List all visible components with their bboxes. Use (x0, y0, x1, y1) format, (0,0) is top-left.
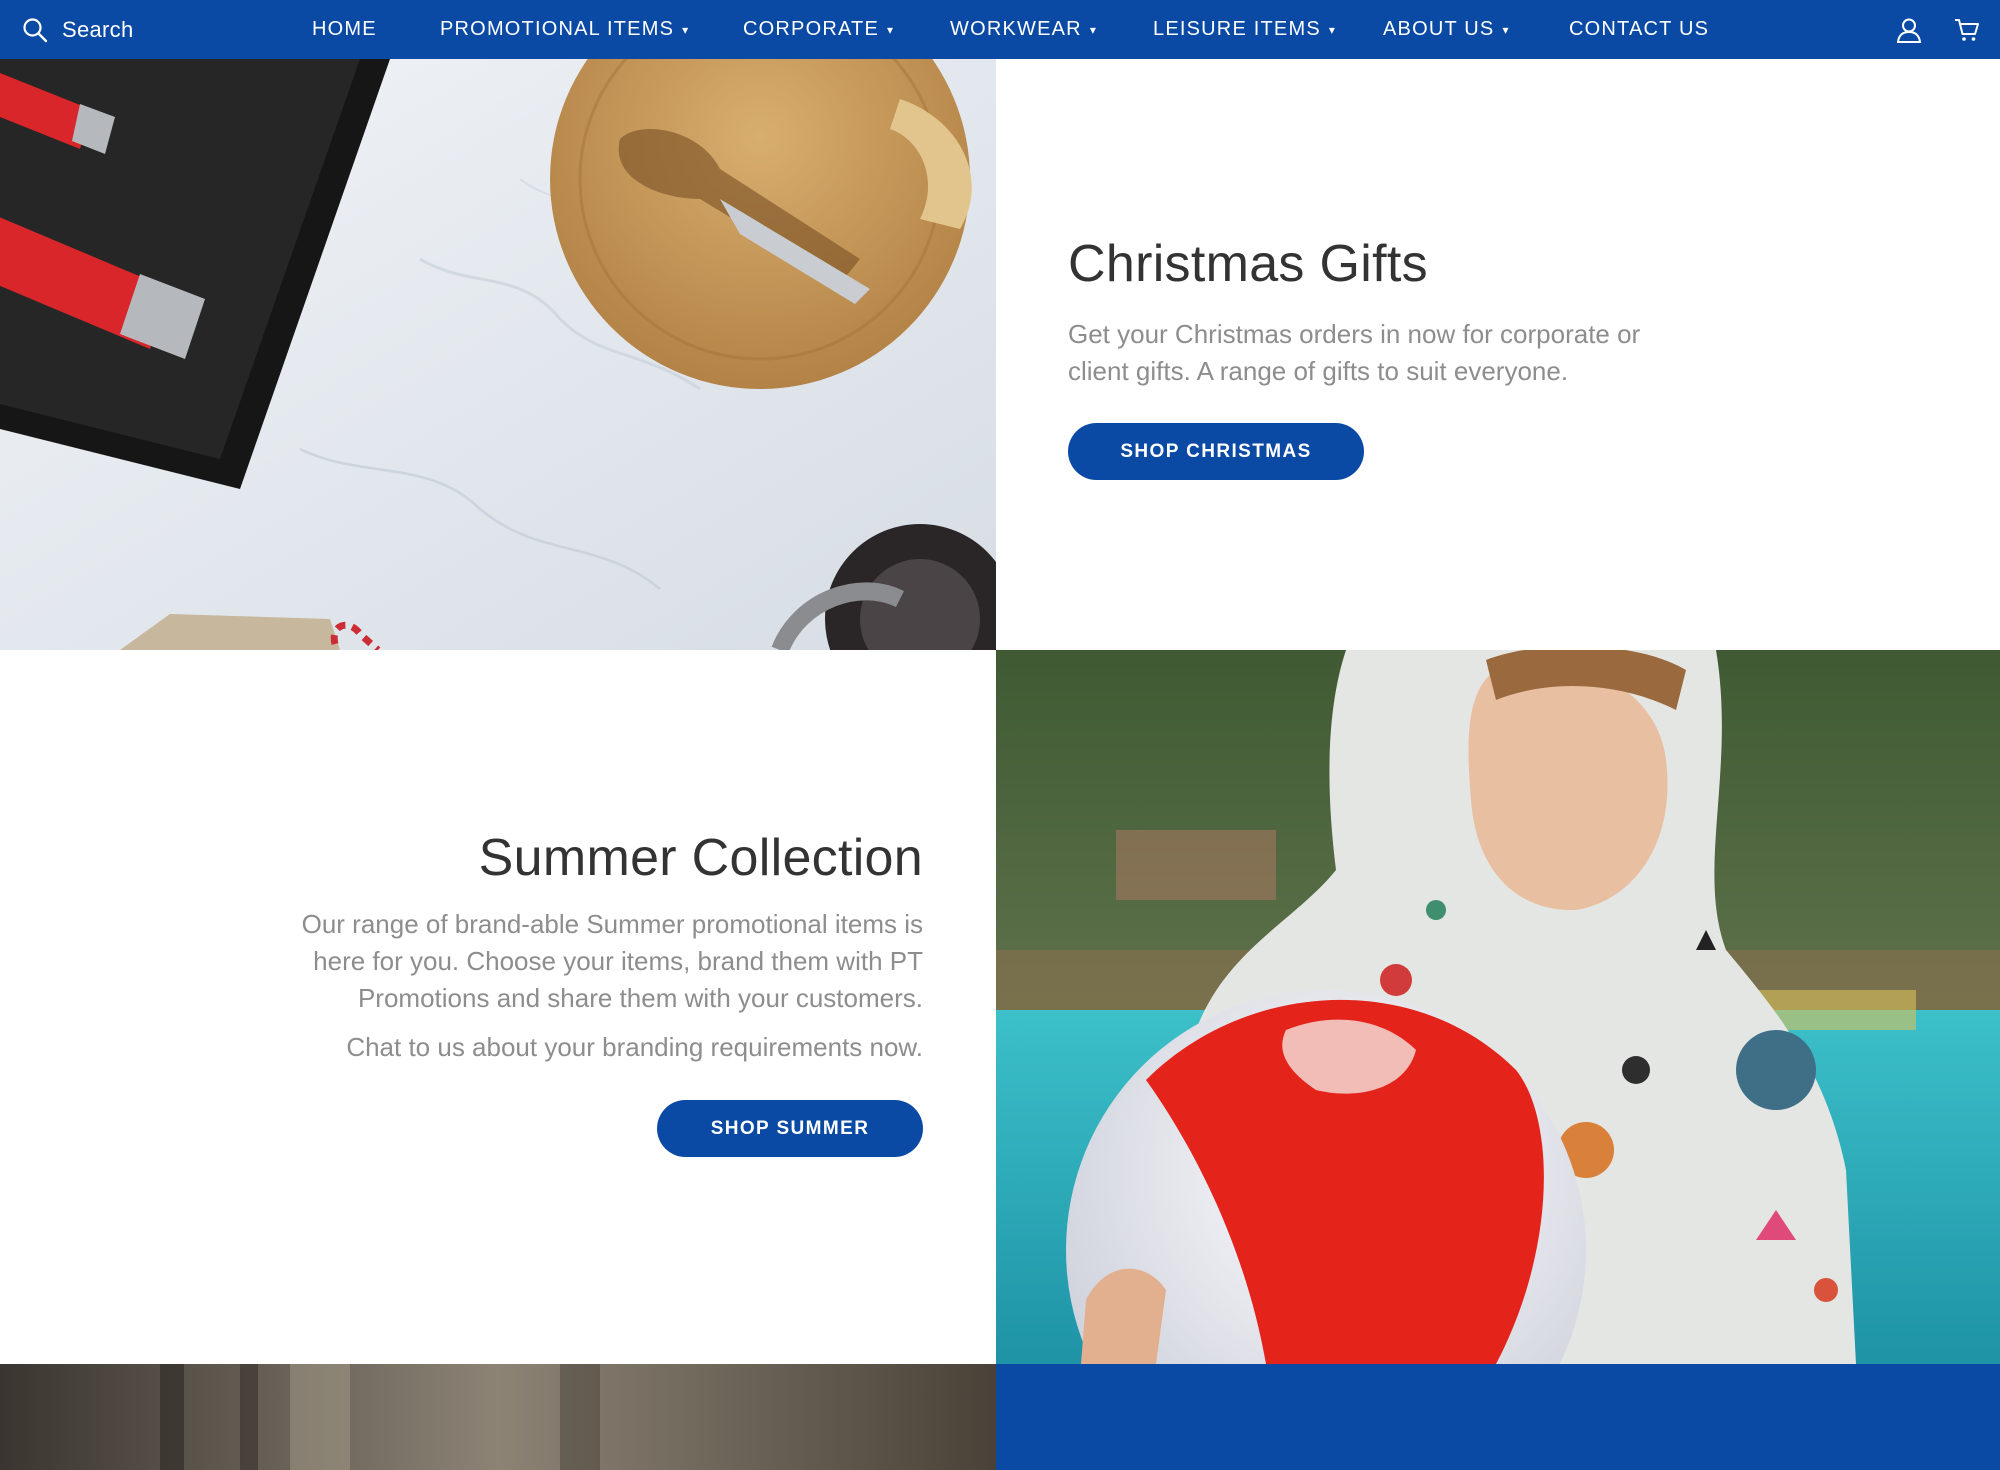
nav-item-leisure-items[interactable]: LEISURE ITEMS ▾ (1153, 0, 1336, 59)
nav-item-label: HOME (312, 18, 377, 40)
chevron-down-icon: ▾ (1328, 22, 1337, 37)
search-label: Search (62, 16, 134, 42)
nav-item-label: ABOUT US (1383, 18, 1495, 40)
summer-collection-description: Our range of brand-able Summer promotion… (301, 909, 923, 1013)
chevron-down-icon: ▾ (1089, 22, 1098, 37)
summer-collection-title: Summer Collection (478, 829, 923, 887)
christmas-gifts-content: Christmas Gifts Get your Christmas order… (1068, 234, 1668, 480)
christmas-gifts-description: Get your Christmas orders in now for cor… (1068, 319, 1641, 386)
nav-item-label: WORKWEAR (950, 18, 1082, 40)
search-icon (22, 17, 48, 43)
account-icon[interactable] (1896, 17, 1922, 43)
christmas-gifts-title: Christmas Gifts (1068, 235, 1428, 293)
nav-item-label: PROMOTIONAL ITEMS (440, 18, 675, 40)
chevron-down-icon: ▾ (887, 22, 895, 37)
christmas-gifts-image (0, 59, 996, 650)
blue-promo-panel (996, 1364, 2000, 1470)
summer-collection-image (996, 650, 2000, 1364)
workwear-image (0, 1364, 996, 1470)
summer-collection-section: Summer Collection Our range of brand-abl… (0, 650, 996, 1364)
summer-collection-cta-text: Chat to us about your branding requireme… (346, 1032, 923, 1062)
shop-summer-button[interactable]: SHOP SUMMER (657, 1100, 923, 1157)
cart-icon[interactable] (1954, 17, 1980, 43)
chevron-down-icon: ▾ (1502, 22, 1510, 37)
nav-item-label: CORPORATE (743, 18, 879, 40)
shop-christmas-button[interactable]: SHOP CHRISTMAS (1068, 423, 1364, 480)
summer-collection-content: Summer Collection Our range of brand-abl… (283, 828, 923, 1157)
nav-item-contact-us[interactable]: CONTACT US (1569, 0, 1709, 59)
main-menu: HOME PROMOTIONAL ITEMS ▾ CORPORATE ▾ WORKW… (0, 0, 2000, 59)
nav-item-about-us[interactable]: ABOUT US ▾ (1383, 0, 1510, 59)
chevron-down-icon: ▾ (682, 22, 690, 37)
nav-item-home[interactable]: HOME (312, 0, 377, 59)
nav-item-workwear[interactable]: WORKWEAR ▾ (950, 0, 1097, 59)
nav-item-corporate[interactable]: CORPORATE ▾ (743, 0, 894, 59)
header-icons (1896, 0, 1980, 59)
nav-item-promotional-items[interactable]: PROMOTIONAL ITEMS ▾ (440, 0, 689, 59)
top-navigation-bar: Search HOME PROMOTIONAL ITEMS ▾ CORPORATE… (0, 0, 2000, 59)
search-trigger[interactable]: Search (22, 0, 134, 59)
nav-item-label: CONTACT US (1569, 18, 1710, 40)
page: Search HOME PROMOTIONAL ITEMS ▾ CORPORATE… (0, 0, 2000, 1470)
christmas-gifts-section: Christmas Gifts Get your Christmas order… (996, 59, 2000, 650)
nav-item-label: LEISURE ITEMS (1153, 18, 1321, 40)
